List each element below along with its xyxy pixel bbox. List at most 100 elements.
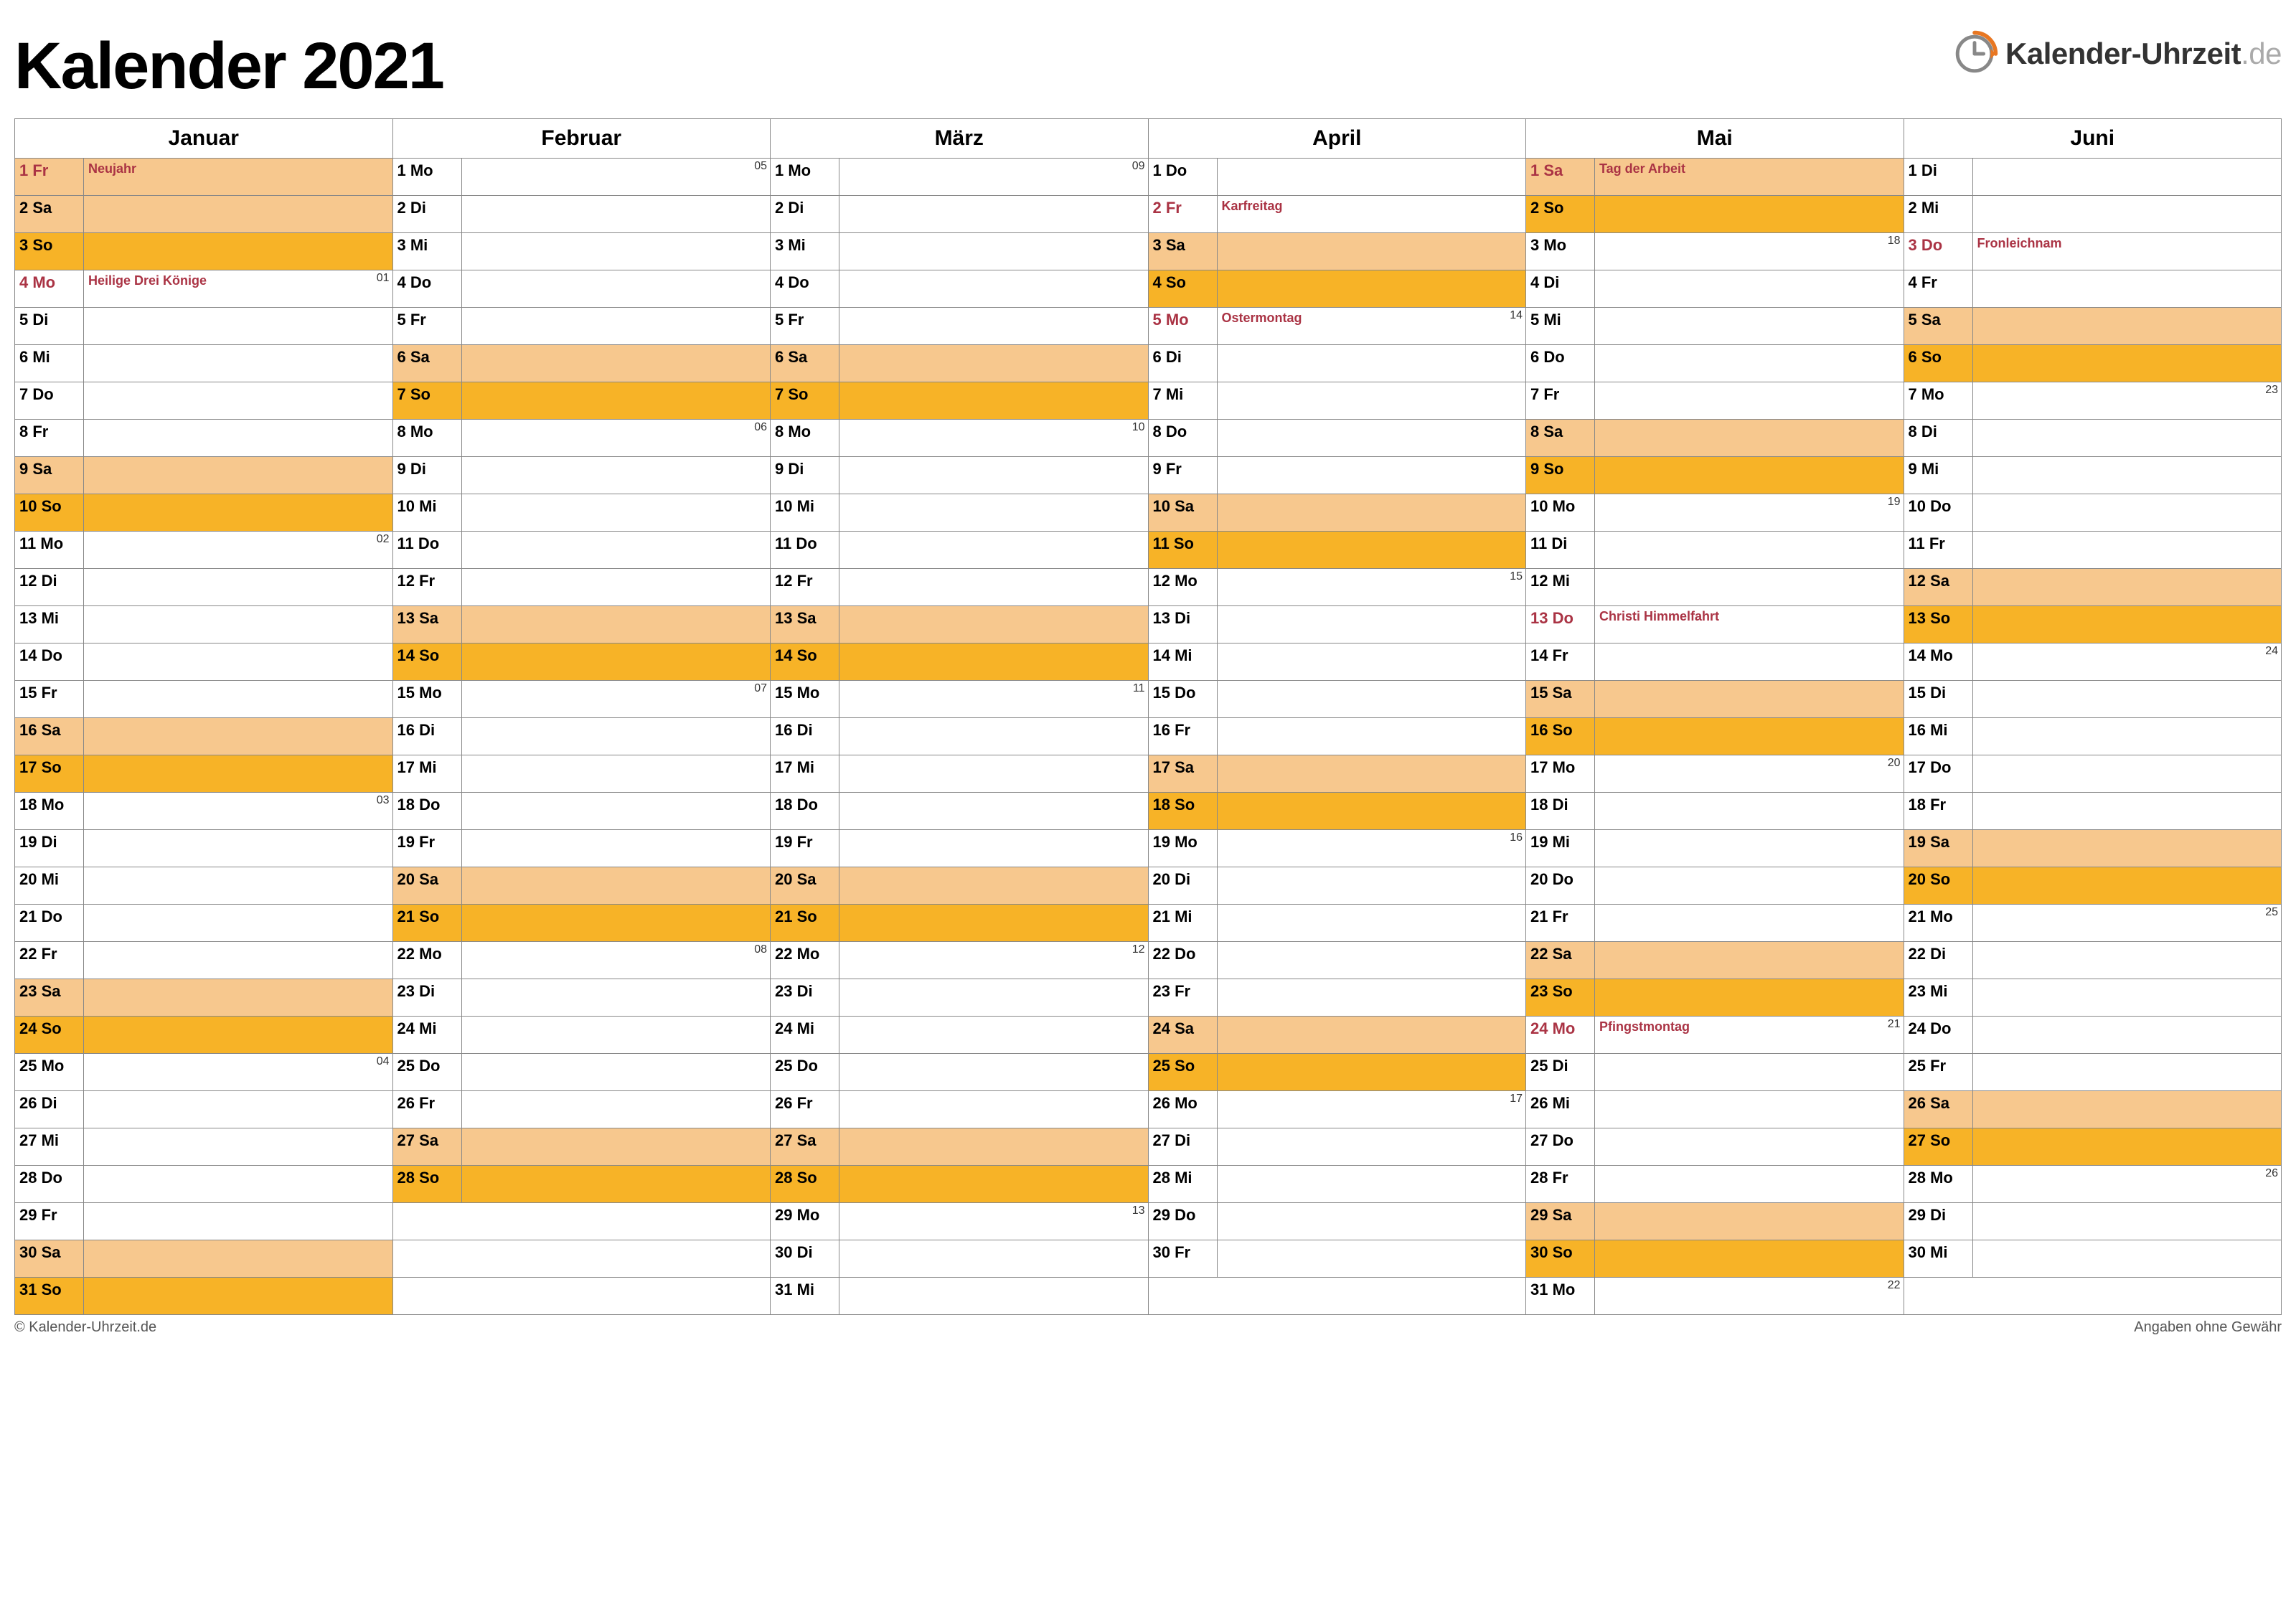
day-note <box>462 569 771 605</box>
day-note <box>1595 345 1904 382</box>
day-note <box>84 1203 392 1240</box>
day-number: 8 Do <box>1149 420 1218 456</box>
day-number: 14 Fr <box>1526 644 1595 680</box>
day-number: 28 So <box>393 1166 462 1202</box>
day-note <box>462 1091 771 1128</box>
day-cell-inner: 29 Mo13 <box>771 1203 1148 1240</box>
day-cell: 1 Di <box>1904 159 2282 196</box>
day-number: 22 Sa <box>1526 942 1595 979</box>
day-note <box>462 1054 771 1090</box>
week-number: 16 <box>1510 831 1523 844</box>
day-cell: 17 Mi <box>392 755 771 793</box>
day-number: 4 Di <box>1526 270 1595 307</box>
day-cell: 11 Do <box>771 532 1149 569</box>
day-note <box>1595 644 1904 680</box>
day-cell: 18 Do <box>392 793 771 830</box>
day-note <box>1595 382 1904 419</box>
day-number: 13 Mi <box>15 606 84 643</box>
day-number: 21 Mi <box>1149 905 1218 941</box>
day-note <box>1973 1240 2282 1277</box>
day-cell: 28 Mi <box>1148 1166 1526 1203</box>
calendar-page: Kalender 2021 Kalender-Uhrzeit.de Januar… <box>14 29 2282 1336</box>
day-cell-inner: 3 Mi <box>393 233 771 270</box>
day-note <box>1218 644 1526 680</box>
day-note <box>1218 867 1526 904</box>
day-note <box>1973 1091 2282 1128</box>
day-note <box>462 718 771 755</box>
day-note <box>462 1017 771 1053</box>
day-cell-inner: 15 Mo11 <box>771 681 1148 717</box>
week-number: 11 <box>1133 682 1145 695</box>
day-cell-inner: 9 Di <box>771 457 1148 494</box>
day-cell-inner: 17 Mi <box>771 755 1148 792</box>
day-cell-inner: 25 So <box>1149 1054 1526 1090</box>
day-number: 14 Do <box>15 644 84 680</box>
day-note <box>1595 718 1904 755</box>
day-cell-inner: 14 Mi <box>1149 644 1526 680</box>
day-note <box>1973 569 2282 605</box>
day-cell-inner: 26 Mo17 <box>1149 1091 1526 1128</box>
day-note <box>839 755 1148 792</box>
day-cell-inner: 27 So <box>1904 1128 2282 1165</box>
day-cell-inner: 10 Mi <box>771 494 1148 531</box>
day-note <box>1218 270 1526 307</box>
day-note: Tag der Arbeit <box>1595 159 1904 195</box>
day-cell: 4 Do <box>771 270 1149 308</box>
day-note <box>1595 1054 1904 1090</box>
day-cell: 14 So <box>771 644 1149 681</box>
day-cell-inner: 1 Mo05 <box>393 159 771 195</box>
day-cell-inner: 30 Sa <box>15 1240 392 1277</box>
day-note <box>839 1240 1148 1277</box>
day-cell: 23 So <box>1526 979 1904 1017</box>
day-cell-inner: 18 Do <box>393 793 771 829</box>
week-number: 02 <box>377 533 390 546</box>
day-number: 22 Do <box>1149 942 1218 979</box>
day-note <box>839 569 1148 605</box>
logo-name: Kalender-Uhrzeit <box>2005 37 2241 70</box>
day-cell: 19 Sa <box>1904 830 2282 867</box>
day-note <box>1218 1017 1526 1053</box>
day-number: 26 Mo <box>1149 1091 1218 1128</box>
day-number: 12 Di <box>15 569 84 605</box>
day-number: 17 Mi <box>771 755 839 792</box>
day-cell: 31 Mo22 <box>1526 1278 1904 1315</box>
day-cell: 4 Di <box>1526 270 1904 308</box>
day-number: 20 Sa <box>771 867 839 904</box>
day-note <box>1973 196 2282 232</box>
day-number: 18 Do <box>771 793 839 829</box>
logo: Kalender-Uhrzeit.de <box>1949 29 2282 79</box>
day-note <box>1973 457 2282 494</box>
day-number: 16 Di <box>393 718 462 755</box>
day-number: 5 Di <box>15 308 84 344</box>
day-number: 19 Mi <box>1526 830 1595 867</box>
day-cell: 7 Mo23 <box>1904 382 2282 420</box>
day-note <box>839 644 1148 680</box>
day-cell: 24 Mi <box>392 1017 771 1054</box>
day-note <box>84 867 392 904</box>
day-cell-inner: 3 Mo18 <box>1526 233 1904 270</box>
day-cell-inner: 5 Di <box>15 308 392 344</box>
calendar-row: 3 So3 Mi3 Mi3 Sa3 Mo183 DoFronleichnam <box>15 233 2282 270</box>
day-number: 12 Fr <box>771 569 839 605</box>
day-number: 7 Mi <box>1149 382 1218 419</box>
day-cell: 3 So <box>15 233 393 270</box>
day-cell-inner: 13 DoChristi Himmelfahrt <box>1526 606 1904 643</box>
day-cell: 16 Sa <box>15 718 393 755</box>
day-number: 14 Mo <box>1904 644 1973 680</box>
day-cell: 7 So <box>771 382 1149 420</box>
day-note <box>1973 1128 2282 1165</box>
day-number: 11 Do <box>393 532 462 568</box>
calendar-row: 4 MoHeilige Drei Könige014 Do4 Do4 So4 D… <box>15 270 2282 308</box>
day-note <box>462 644 771 680</box>
day-cell-inner: 11 So <box>1149 532 1526 568</box>
day-number: 24 Mi <box>771 1017 839 1053</box>
calendar-row: 26 Di26 Fr26 Fr26 Mo1726 Mi26 Sa <box>15 1091 2282 1128</box>
day-cell: 15 Di <box>1904 681 2282 718</box>
day-cell-inner: 8 Fr <box>15 420 392 456</box>
day-number: 9 Di <box>771 457 839 494</box>
day-cell: 22 Do <box>1148 942 1526 979</box>
week-number: 13 <box>1132 1204 1145 1217</box>
day-cell: 21 Mo25 <box>1904 905 2282 942</box>
day-number: 21 So <box>393 905 462 941</box>
day-cell: 29 Sa <box>1526 1203 1904 1240</box>
